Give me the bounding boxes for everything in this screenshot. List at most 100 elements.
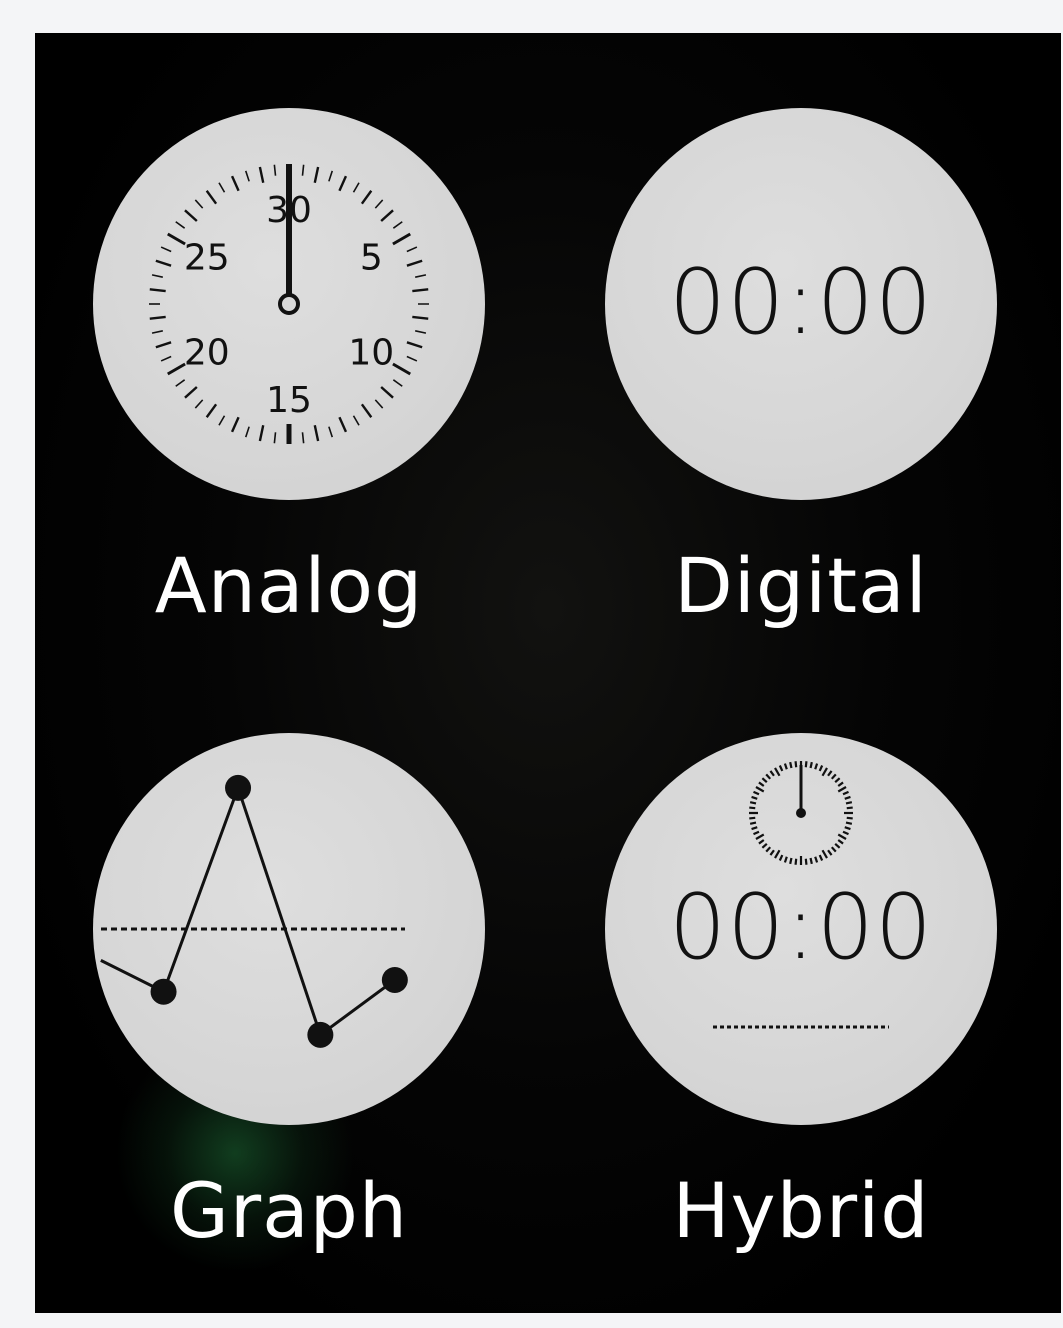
digital-dial-icon: 00:00 [605, 108, 997, 500]
dial-tick [230, 175, 240, 192]
mini-dial-tick [830, 846, 837, 853]
hybrid-label: Hybrid [672, 1166, 930, 1255]
mini-dial-tick [749, 821, 757, 825]
dial-tick [301, 164, 305, 176]
dial-tick [244, 170, 250, 182]
dial-tick [392, 362, 411, 376]
dial-tick [301, 432, 305, 444]
mini-dial-tick [794, 761, 798, 768]
mini-dial-tick [761, 777, 768, 784]
mini-dial-tick [842, 790, 849, 796]
mini-dial-tick [774, 849, 781, 859]
mini-dial-tick [789, 761, 793, 769]
dial-tick [392, 221, 403, 229]
graph-option[interactable]: Graph [93, 733, 513, 1293]
dial-tick [406, 355, 418, 362]
mini-dial-tick [809, 761, 813, 769]
mini-dial-tick [769, 849, 775, 856]
mini-dial-tick [761, 842, 768, 849]
mini-dial-tick [783, 856, 788, 863]
mini-dial-tick [753, 830, 760, 836]
mini-dial-tick [751, 795, 758, 800]
dial-tick [313, 425, 320, 442]
dial-tick [184, 209, 198, 222]
dial-tick [151, 274, 163, 278]
dial-number: 5 [360, 238, 383, 279]
mini-dial-tick [837, 786, 847, 793]
mini-dial-tick [749, 816, 756, 820]
mini-dial-tick [844, 795, 851, 800]
mini-dial-tick [845, 801, 853, 805]
lap-point [381, 966, 408, 993]
graph-line-icon [100, 774, 408, 1048]
mini-dial-tick [837, 781, 844, 787]
mini-dial-tick [765, 773, 772, 780]
dial-tick [352, 415, 360, 426]
dial-tick [392, 232, 411, 246]
mini-dial-tick [769, 770, 775, 777]
dial-tick [167, 232, 186, 246]
dial-tick [205, 403, 218, 418]
mini-dial-tick [809, 857, 813, 865]
graph-label: Graph [169, 1166, 409, 1255]
dial-tick [406, 341, 423, 349]
mini-dial-tick [804, 858, 808, 865]
mini-dial-tick [758, 781, 765, 787]
dial-tick [338, 175, 348, 192]
analog-dial-face: 30510152025 [149, 164, 429, 444]
mini-dial-tick [789, 857, 793, 865]
mini-dial-tick [755, 786, 765, 793]
dial-tick [160, 246, 172, 253]
analog-option[interactable]: 30510152025 Analog [93, 108, 513, 668]
dial-tick [155, 259, 172, 267]
dial-tick [406, 259, 423, 267]
dial-tick [415, 274, 427, 278]
dial-tick [230, 416, 240, 433]
screenshot-frame: 30510152025 Analog 00:00 Digital Graph 0… [0, 0, 1063, 1328]
mini-dial-tick [814, 856, 819, 863]
dial-tick [218, 182, 226, 193]
dial-tick [149, 315, 166, 320]
digital-time-readout: 00:00 [668, 250, 934, 355]
lap-point [150, 978, 177, 1005]
dial-tick [149, 288, 166, 293]
mini-dial-tick [827, 770, 833, 777]
analog-dial-icon: 30510152025 [93, 108, 485, 500]
mini-dial-tick [755, 833, 765, 840]
mini-dial-tick [814, 763, 819, 770]
dial-tick [167, 362, 186, 376]
dial-tick [151, 330, 163, 334]
dial-number: 20 [184, 333, 230, 374]
dial-tick [412, 288, 429, 293]
lap-point [225, 774, 252, 801]
dial-tick [412, 315, 429, 320]
dial-tick [244, 426, 250, 438]
digital-option[interactable]: 00:00 Digital [605, 108, 1025, 668]
mini-dial-tick [818, 765, 824, 772]
analog-label: Analog [154, 541, 424, 630]
dial-tick [218, 415, 226, 426]
mini-dial-tick [753, 790, 760, 796]
dial-tick [194, 199, 204, 209]
dial-tick [374, 399, 384, 409]
dial-number: 25 [184, 238, 230, 279]
mini-dial-tick [774, 767, 781, 777]
mini-dial-tick [778, 854, 784, 861]
dial-tick [406, 246, 418, 253]
dial-tick [175, 379, 186, 387]
mini-dial-tick [751, 826, 758, 831]
dial-tick [328, 426, 334, 438]
mini-dial-tick [842, 830, 849, 836]
dial-tick [360, 190, 373, 205]
dial-tick [194, 399, 204, 409]
dial-tick [392, 379, 403, 387]
dial-tick [155, 341, 172, 349]
dial-tick [328, 170, 334, 182]
mini-dial-tick [758, 839, 765, 845]
dial-tick [273, 432, 277, 444]
mini-dial-tick [749, 806, 756, 810]
mini-dial-tick [821, 849, 828, 859]
mini-dial-tick [749, 801, 757, 805]
hybrid-option[interactable]: 00:00 Hybrid [605, 733, 1025, 1293]
dial-tick [258, 166, 265, 183]
